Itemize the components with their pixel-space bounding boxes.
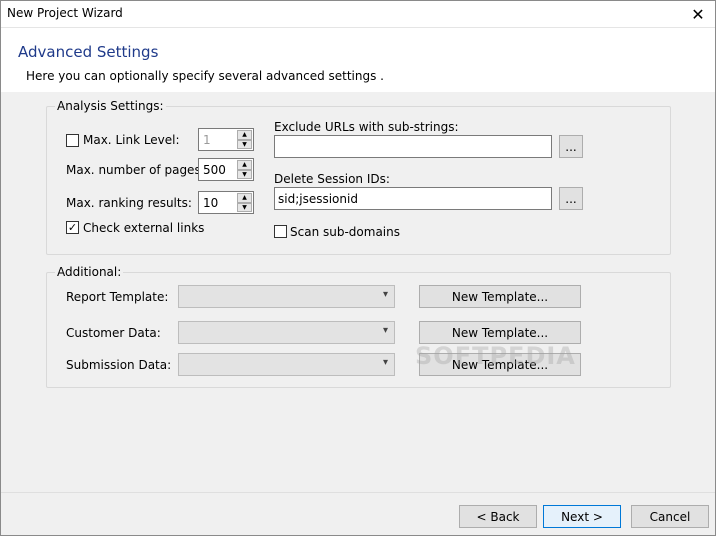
close-icon[interactable]: ✕ bbox=[681, 1, 715, 27]
max-ranking-value: 10 bbox=[203, 196, 219, 210]
max-link-level-label: Max. Link Level: bbox=[83, 133, 180, 147]
max-ranking-stepper[interactable]: 10 ▲ ▼ bbox=[198, 191, 254, 214]
next-button[interactable]: Next > bbox=[543, 505, 621, 528]
wizard-header: Advanced Settings Here you can optionall… bbox=[1, 28, 715, 92]
exclude-urls-browse-button[interactable]: ... bbox=[559, 135, 583, 158]
report-template-label: Report Template: bbox=[66, 290, 169, 304]
wizard-content: Advanced Settings Here you can optionall… bbox=[1, 27, 715, 492]
max-ranking-label: Max. ranking results: bbox=[66, 196, 192, 210]
page-title: Advanced Settings bbox=[18, 43, 159, 61]
submission-data-label: Submission Data: bbox=[66, 358, 172, 372]
delete-session-input[interactable]: sid;jsessionid bbox=[274, 187, 552, 210]
report-template-select[interactable]: ▾ bbox=[178, 285, 395, 308]
cancel-button[interactable]: Cancel bbox=[631, 505, 709, 528]
delete-session-label: Delete Session IDs: bbox=[274, 172, 390, 186]
customer-new-template-button[interactable]: New Template... bbox=[419, 321, 581, 344]
max-link-level-checkbox[interactable] bbox=[66, 134, 79, 147]
spin-up-icon[interactable]: ▲ bbox=[237, 130, 252, 140]
page-subtitle: Here you can optionally specify several … bbox=[26, 69, 384, 83]
spin-up-icon[interactable]: ▲ bbox=[237, 160, 252, 170]
exclude-urls-input[interactable] bbox=[274, 135, 552, 158]
chevron-down-icon: ▾ bbox=[382, 289, 388, 300]
chevron-down-icon: ▾ bbox=[382, 357, 388, 368]
wizard-footer: < Back Next > Cancel bbox=[1, 492, 715, 535]
check-external-label: Check external links bbox=[83, 221, 205, 235]
window-title: New Project Wizard bbox=[7, 6, 123, 20]
spin-down-icon[interactable]: ▼ bbox=[237, 202, 252, 212]
exclude-urls-label: Exclude URLs with sub-strings: bbox=[274, 120, 459, 134]
wizard-window: New Project Wizard ✕ Advanced Settings H… bbox=[0, 0, 716, 536]
max-link-level-stepper[interactable]: 1 ▲ ▼ bbox=[198, 128, 254, 151]
back-button[interactable]: < Back bbox=[459, 505, 537, 528]
report-new-template-button[interactable]: New Template... bbox=[419, 285, 581, 308]
additional-legend: Additional: bbox=[55, 265, 124, 279]
chevron-down-icon: ▾ bbox=[382, 325, 388, 336]
check-external-checkbox[interactable]: ✓ bbox=[66, 221, 79, 234]
spin-down-icon[interactable]: ▼ bbox=[237, 169, 252, 179]
spin-down-icon[interactable]: ▼ bbox=[237, 139, 252, 149]
submission-data-select[interactable]: ▾ bbox=[178, 353, 395, 376]
watermark-logo: SOFTPEDIA bbox=[415, 342, 576, 370]
max-pages-label: Max. number of pages: bbox=[66, 163, 205, 177]
customer-data-label: Customer Data: bbox=[66, 326, 161, 340]
analysis-settings-legend: Analysis Settings: bbox=[55, 99, 166, 113]
spin-up-icon[interactable]: ▲ bbox=[237, 193, 252, 203]
scan-subdomains-checkbox[interactable] bbox=[274, 225, 287, 238]
max-pages-value: 500 bbox=[203, 163, 226, 177]
title-bar: New Project Wizard ✕ bbox=[1, 1, 715, 27]
max-pages-stepper[interactable]: 500 ▲ ▼ bbox=[198, 158, 254, 181]
customer-data-select[interactable]: ▾ bbox=[178, 321, 395, 344]
delete-session-browse-button[interactable]: ... bbox=[559, 187, 583, 210]
max-link-level-value: 1 bbox=[203, 133, 211, 147]
scan-subdomains-label: Scan sub-domains bbox=[290, 225, 400, 239]
